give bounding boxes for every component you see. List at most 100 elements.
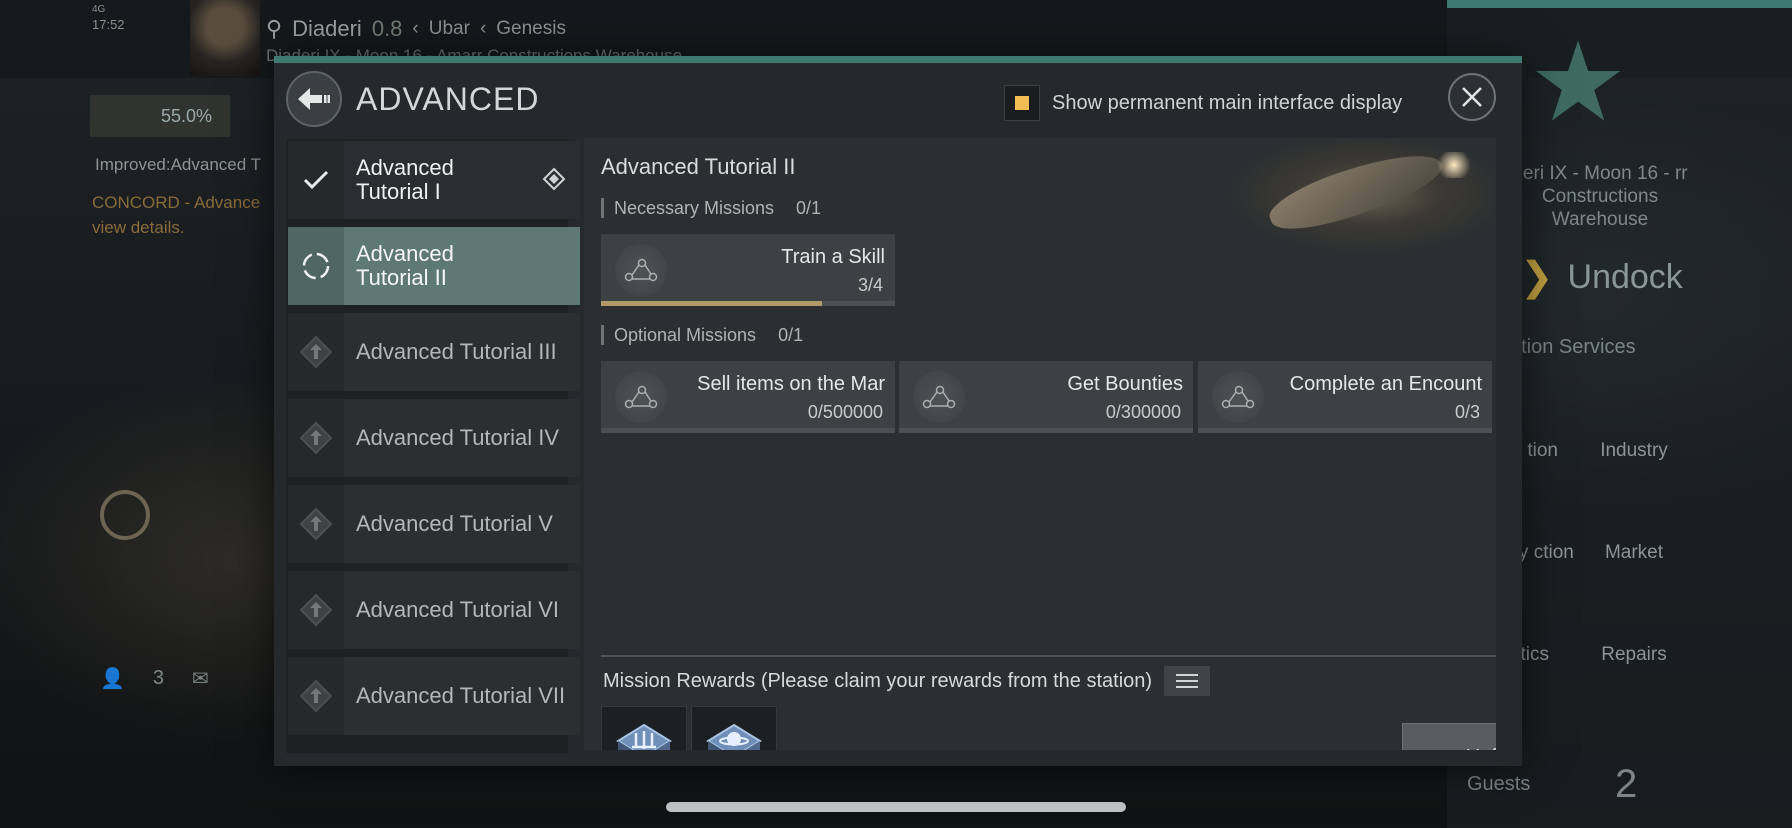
location-breadcrumb[interactable]: ⚲ Diaderi 0.8 ‹ Ubar ‹ Genesis: [266, 16, 566, 42]
mail-icon[interactable]: ✉: [192, 666, 209, 691]
show-permanent-toggle[interactable]: Show permanent main interface display: [1004, 85, 1402, 121]
undock-button[interactable]: ❯ Undock: [1520, 254, 1683, 300]
faction-emblem-icon: ★: [1528, 21, 1628, 144]
mission-progress: 0/3: [1454, 402, 1480, 422]
home-indicator[interactable]: [666, 802, 1126, 812]
location-pin-icon: ⚲: [266, 16, 283, 41]
mission-path-icon: [624, 258, 658, 282]
mission-path-icon: [922, 385, 956, 409]
mission-progress-bar: [899, 428, 1193, 433]
reward-item-skill-chip[interactable]: [601, 706, 687, 750]
tutorial-detail-panel: Advanced Tutorial II Necessary Missions …: [584, 138, 1496, 750]
back-arrow-icon: [298, 88, 330, 110]
constellation-name: Ubar: [428, 18, 470, 39]
service-repairs[interactable]: Repairs: [1584, 644, 1684, 666]
mission-name: Train a Skill: [781, 246, 885, 268]
mission-progress-bar: [601, 428, 895, 433]
planet-chip-icon: [706, 723, 762, 750]
system-name: Diaderi: [292, 16, 362, 41]
skill-chip-icon: [616, 723, 672, 750]
unfinished-status-button[interactable]: Unfinished: [1402, 723, 1496, 750]
mission-name: Complete an Encount: [1289, 373, 1482, 395]
tutorial-label: Advanced Tutorial III: [356, 339, 557, 364]
concord-notice[interactable]: CONCORD - Advance view details.: [92, 190, 282, 240]
mission-card-get-bounties[interactable]: Get Bounties 0/300000: [899, 361, 1193, 433]
locked-icon: [299, 421, 333, 455]
network-indicator: 4G: [92, 4, 106, 15]
reward-tag-icon: [542, 167, 566, 191]
tutorial-label: Advanced Tutorial VI: [356, 597, 560, 622]
security-status: 0.8: [371, 16, 403, 41]
mission-card-complete-encounter[interactable]: Complete an Encount 0/3: [1198, 361, 1492, 433]
mission-path-icon: [624, 385, 658, 409]
tutorial-item-6[interactable]: Advanced Tutorial VI: [288, 571, 580, 649]
mission-progress: 3/4: [857, 275, 883, 295]
optional-missions-label: Optional Missions: [614, 324, 757, 345]
optional-missions-count: 0/1: [778, 324, 804, 345]
station-panel-accent: [1447, 0, 1792, 8]
tutorial-title: Advanced Tutorial II: [601, 154, 796, 179]
cargo-progress[interactable]: 55.0%: [90, 95, 230, 137]
rewards-divider: [601, 655, 1496, 657]
show-permanent-label: Show permanent main interface display: [1052, 91, 1403, 114]
rewards-list-button[interactable]: [1164, 666, 1211, 696]
station-name: deri IX - Moon 16 - rr Constructions War…: [1512, 163, 1688, 230]
mission-progress-bar: [601, 301, 895, 306]
close-icon: [1462, 87, 1482, 107]
mission-name: Sell items on the Mar: [697, 373, 885, 395]
tutorial-item-5[interactable]: Advanced Tutorial V: [288, 485, 580, 563]
tutorial-label: Advanced Tutorial VII: [356, 683, 566, 708]
chevron-left-icon: ‹: [412, 18, 419, 39]
mission-name: Get Bounties: [1067, 373, 1183, 395]
people-icon[interactable]: 👤: [100, 666, 125, 691]
tutorial-label: Advanced Tutorial IV: [356, 425, 560, 450]
tutorial-list: Advanced Tutorial I Advanced Tutorial II…: [286, 139, 580, 753]
guests-label: Guests: [1467, 773, 1531, 795]
locked-icon: [299, 679, 333, 713]
in-progress-icon: [302, 252, 330, 280]
station-services-label: ation Services: [1510, 336, 1636, 358]
close-button[interactable]: [1448, 73, 1496, 121]
mission-progress: 0/500000: [807, 402, 883, 422]
mission-card-sell-items[interactable]: Sell items on the Mar 0/500000: [601, 361, 895, 433]
mission-progress-bar: [1198, 428, 1492, 433]
target-ring-icon[interactable]: [100, 490, 150, 540]
checkmark-icon: [303, 170, 329, 190]
reward-item-planet-chip[interactable]: [691, 706, 777, 750]
mission-rewards-header: Mission Rewards (Please claim your rewar…: [603, 666, 1211, 696]
tutorial-item-1[interactable]: Advanced Tutorial I: [288, 141, 580, 219]
necessary-missions-count: 0/1: [796, 197, 822, 218]
tutorial-item-7[interactable]: Advanced Tutorial VII: [288, 657, 580, 735]
mission-card-train-skill[interactable]: Train a Skill 3/4: [601, 234, 895, 306]
ship-artwork: [1176, 138, 1496, 278]
advanced-tutorial-dialog: ADVANCED Show permanent main interface d…: [274, 56, 1522, 766]
show-permanent-checkbox[interactable]: [1004, 85, 1040, 121]
undock-chevron-icon: ❯: [1520, 255, 1554, 299]
list-icon: [1176, 674, 1199, 688]
tutorial-item-4[interactable]: Advanced Tutorial IV: [288, 399, 580, 477]
device-status: 4G 17:52: [92, 2, 125, 32]
guests-count: 2: [1615, 762, 1638, 806]
mission-rewards-label: Mission Rewards (Please claim your rewar…: [603, 669, 1153, 692]
social-bar: 👤 3 ✉: [100, 666, 209, 691]
region-name: Genesis: [496, 18, 566, 39]
mission-progress: 0/300000: [1105, 402, 1181, 422]
dialog-title: ADVANCED: [356, 81, 540, 117]
tutorial-item-2[interactable]: Advanced Tutorial II: [288, 227, 580, 305]
improved-notice: Improved:Advanced T: [95, 155, 261, 174]
mission-path-icon: [1221, 385, 1255, 409]
necessary-missions-label: Necessary Missions: [614, 197, 775, 218]
back-button[interactable]: [286, 71, 342, 127]
clock: 17:52: [92, 17, 125, 32]
pilot-avatar[interactable]: [190, 0, 260, 76]
chevron-left-icon: ‹: [479, 18, 487, 39]
locked-icon: [299, 593, 333, 627]
undock-label: Undock: [1567, 257, 1683, 296]
people-count: 3: [152, 667, 165, 689]
tutorial-label: Advanced Tutorial II: [356, 241, 454, 290]
tutorial-label: Advanced Tutorial V: [356, 511, 553, 536]
service-industry[interactable]: Industry: [1584, 440, 1684, 462]
necessary-missions-header: Necessary Missions 0/1: [601, 198, 821, 218]
service-market[interactable]: Market: [1584, 542, 1684, 564]
tutorial-item-3[interactable]: Advanced Tutorial III: [288, 313, 580, 391]
